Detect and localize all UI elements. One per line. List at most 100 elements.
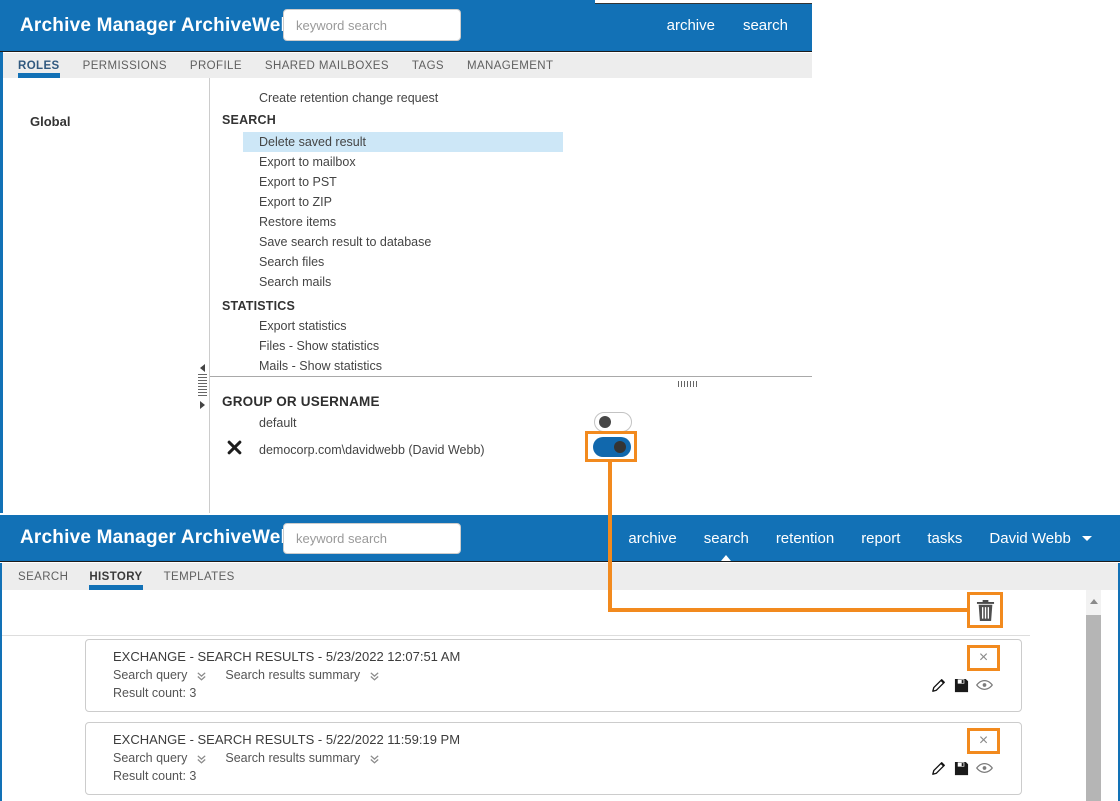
app-header-top: Archive Manager ArchiveWeb archive searc… (0, 0, 812, 52)
annotation-connector-vertical (608, 462, 612, 612)
nav-search[interactable]: search (703, 529, 749, 561)
tab-history[interactable]: HISTORY (89, 563, 143, 590)
keyword-search-input[interactable] (283, 523, 461, 554)
group-or-username-heading: GROUP OR USERNAME (222, 394, 380, 409)
permission-item[interactable]: Export statistics (259, 316, 347, 336)
edit-icon[interactable] (931, 760, 947, 776)
search-results-summary-expander[interactable]: Search results summary (225, 668, 380, 682)
nav-report[interactable]: report (861, 530, 900, 547)
keyword-search-input[interactable] (283, 9, 461, 41)
expander-label: Search results summary (225, 751, 361, 765)
permission-item[interactable]: Save search result to database (259, 232, 431, 252)
user-menu[interactable]: David Webb (989, 530, 1092, 547)
permission-section-search: SEARCH (222, 113, 276, 127)
app-header-bottom: Archive Manager ArchiveWeb archive searc… (0, 515, 1120, 562)
permission-item[interactable]: Export to PST (259, 172, 337, 192)
search-query-expander[interactable]: Search query (113, 668, 207, 682)
permission-toggle-default[interactable] (594, 412, 632, 432)
scrollbar[interactable] (1086, 590, 1101, 801)
screenshot-canvas: Archive Manager ArchiveWeb archive searc… (0, 0, 1120, 801)
roles-tab-bar: ROLES PERMISSIONS PROFILE SHARED MAILBOX… (0, 53, 812, 78)
user-menu-label: David Webb (989, 529, 1071, 547)
permission-item-selected[interactable]: Delete saved result (243, 132, 563, 152)
close-result-button[interactable]: × (979, 650, 988, 666)
history-card-title: EXCHANGE - SEARCH RESULTS - 5/22/2022 11… (113, 732, 461, 747)
permission-item[interactable]: Export to ZIP (259, 192, 332, 212)
view-icon[interactable] (976, 762, 993, 774)
roles-window: Archive Manager ArchiveWeb archive searc… (0, 0, 812, 513)
group-row-label: democorp.com\davidwebb (David Webb) (259, 443, 485, 457)
permission-item[interactable]: Files - Show statistics (259, 336, 379, 356)
permission-item[interactable]: Export to mailbox (259, 152, 356, 172)
permission-item[interactable]: Create retention change request (259, 88, 438, 108)
header-nav: archive search retention report tasks Da… (628, 515, 1092, 561)
scrollbar-thumb[interactable] (1086, 615, 1101, 801)
remove-user-icon[interactable] (227, 440, 243, 456)
nav-retention[interactable]: retention (776, 530, 834, 547)
nav-archive[interactable]: archive (667, 17, 715, 34)
window-left-edge (0, 563, 2, 801)
tab-shared-mailboxes[interactable]: SHARED MAILBOXES (265, 53, 389, 78)
double-chevron-down-icon (197, 671, 206, 681)
edit-icon[interactable] (931, 677, 947, 693)
trash-icon (976, 599, 994, 621)
nav-search-label: search (703, 529, 749, 547)
permission-item[interactable]: Search mails (259, 272, 331, 292)
expander-label: Search query (113, 751, 188, 765)
window-left-edge (0, 52, 3, 513)
save-icon[interactable] (954, 678, 969, 693)
arrow-up-icon (1089, 599, 1098, 604)
tab-management[interactable]: MANAGEMENT (467, 53, 553, 78)
sidebar-item-global[interactable]: Global (30, 114, 70, 129)
view-icon[interactable] (976, 679, 993, 691)
tab-templates[interactable]: TEMPLATES (164, 563, 235, 590)
toolbar-divider (0, 635, 1030, 636)
double-chevron-down-icon (370, 671, 379, 681)
permission-item[interactable]: Search files (259, 252, 324, 272)
annotation-trash-highlight (967, 592, 1003, 628)
splitter-grip-icon[interactable] (198, 374, 207, 397)
collapse-left-icon[interactable] (200, 364, 205, 372)
tab-roles[interactable]: ROLES (18, 53, 60, 78)
nav-archive[interactable]: archive (628, 530, 676, 547)
tab-tags[interactable]: TAGS (412, 53, 444, 78)
tab-permissions[interactable]: PERMISSIONS (83, 53, 167, 78)
history-card: EXCHANGE - SEARCH RESULTS - 5/22/2022 11… (85, 722, 1022, 795)
app-title: Archive Manager ArchiveWeb (20, 527, 293, 548)
permission-item[interactable]: Restore items (259, 212, 336, 232)
search-tab-bar: SEARCH HISTORY TEMPLATES (0, 563, 1120, 590)
panel-divider (210, 376, 812, 377)
expander-label: Search results summary (225, 668, 361, 682)
toggle-knob (614, 441, 626, 453)
permission-item[interactable]: Mails - Show statistics (259, 356, 382, 376)
nav-search[interactable]: search (743, 17, 788, 34)
expand-right-icon[interactable] (200, 401, 205, 409)
close-result-button[interactable]: × (979, 733, 988, 749)
history-card-expanders: Search query Search results summary (113, 668, 398, 682)
double-chevron-down-icon (197, 754, 206, 764)
active-nav-indicator-icon (721, 554, 732, 561)
scrollbar-up-button[interactable] (1086, 590, 1101, 613)
save-icon[interactable] (954, 761, 969, 776)
permission-section-statistics: STATISTICS (222, 299, 296, 313)
result-count: Result count: 3 (113, 686, 197, 700)
search-window: Archive Manager ArchiveWeb archive searc… (0, 515, 1120, 801)
delete-history-button[interactable] (976, 599, 995, 621)
sidebar-divider (209, 78, 210, 513)
search-results-summary-expander[interactable]: Search results summary (225, 751, 380, 765)
search-query-expander[interactable]: Search query (113, 751, 207, 765)
card-actions (931, 677, 993, 693)
header-nav: archive search (667, 0, 788, 51)
nav-tasks[interactable]: tasks (927, 530, 962, 547)
history-card: EXCHANGE - SEARCH RESULTS - 5/23/2022 12… (85, 639, 1022, 712)
result-count: Result count: 3 (113, 769, 197, 783)
double-chevron-down-icon (370, 754, 379, 764)
panel-splitter-grip-icon[interactable] (678, 381, 698, 387)
tab-profile[interactable]: PROFILE (190, 53, 242, 78)
card-actions (931, 760, 993, 776)
permission-toggle-davidwebb[interactable] (593, 437, 631, 457)
annotation-close-highlight: × (967, 645, 1000, 671)
tab-search[interactable]: SEARCH (18, 563, 68, 590)
sidebar-splitter[interactable] (197, 362, 209, 410)
annotation-close-highlight: × (967, 728, 1000, 754)
